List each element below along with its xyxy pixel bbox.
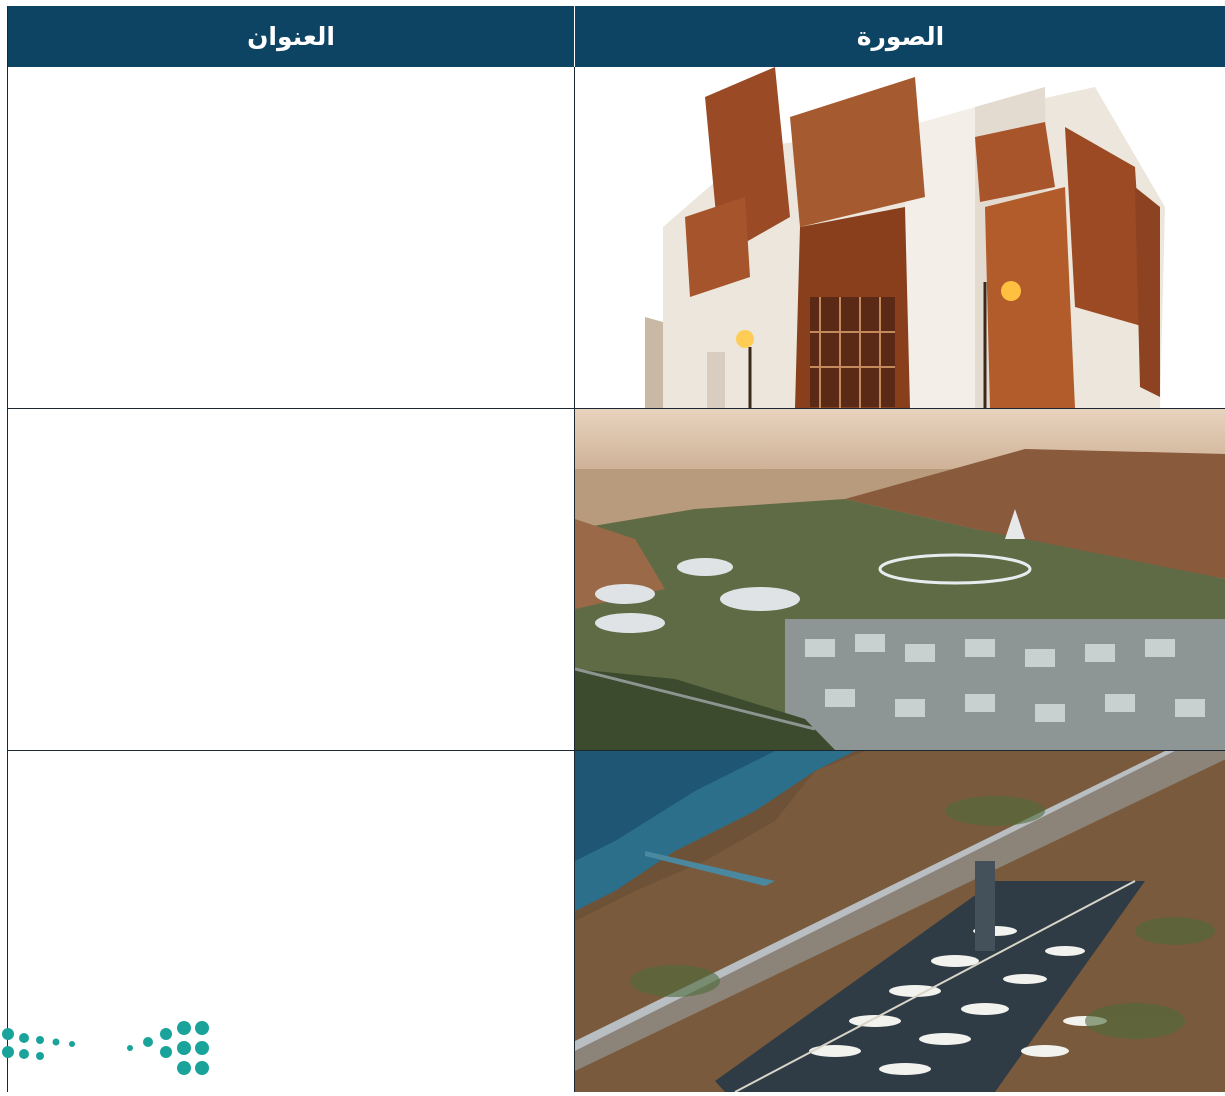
table-row (8, 67, 1225, 409)
futuristic-city-image (575, 409, 1225, 750)
title-cell[interactable] (8, 67, 575, 408)
header-image: الصورة (856, 22, 945, 51)
header-title: العنوان (8, 6, 575, 67)
table-row (8, 409, 1225, 751)
historic-building-image (575, 67, 1225, 408)
ministry-logo-dots (0, 1020, 220, 1092)
table-header: العنوان الصورة (8, 6, 1225, 67)
content-table: العنوان الصورة (7, 6, 1225, 1092)
marina-coast-image (575, 751, 1225, 1092)
title-cell[interactable] (8, 409, 575, 750)
